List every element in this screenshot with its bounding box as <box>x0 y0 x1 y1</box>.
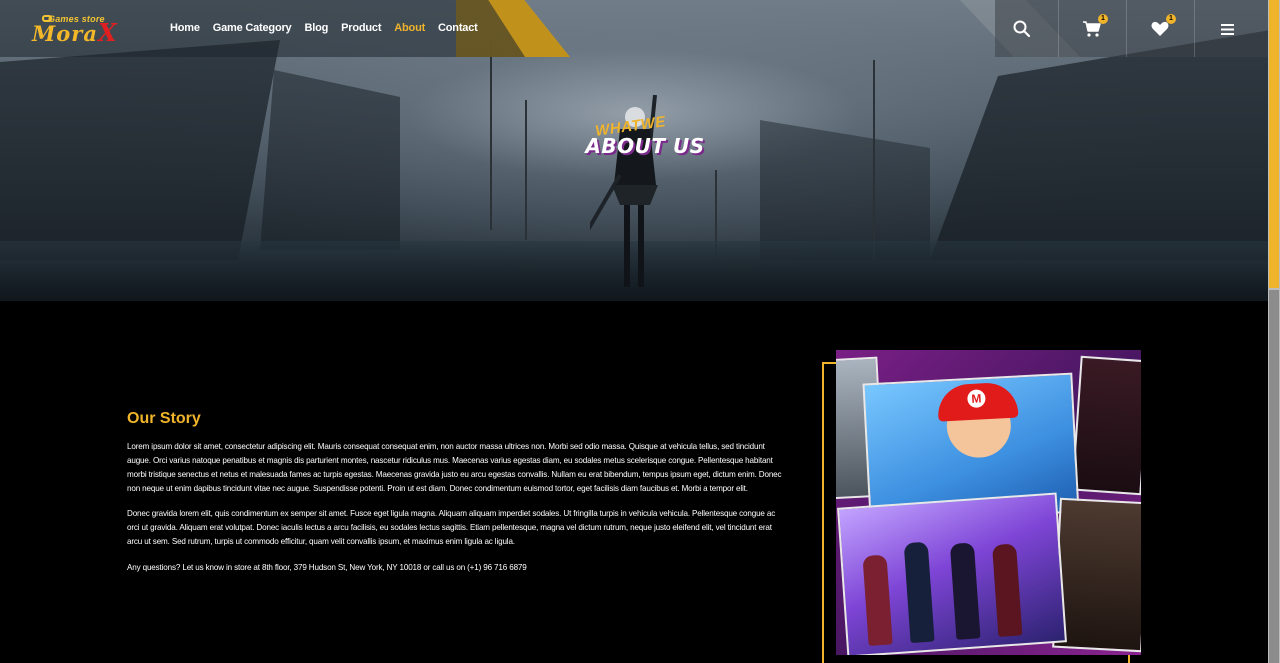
hero-figure <box>903 541 935 644</box>
nav-blog[interactable]: Blog <box>304 22 328 34</box>
nav-game-category[interactable]: Game Category <box>213 22 292 34</box>
logo-wordmark-text: Mora <box>32 21 98 46</box>
wind-turbine <box>873 60 875 260</box>
logo-x: X <box>97 18 118 47</box>
ruined-building <box>260 70 400 250</box>
main-nav: Home Game Category Blog Product About Co… <box>170 22 491 34</box>
site-logo[interactable]: Games store MoraX <box>32 14 144 46</box>
search-icon[interactable] <box>1012 19 1032 39</box>
ruined-building <box>930 30 1268 260</box>
hero-figure <box>862 554 893 646</box>
wind-turbine <box>490 40 492 230</box>
wishlist-count-badge: 1 <box>1166 14 1176 24</box>
logo-wordmark: MoraX <box>32 21 118 46</box>
hero-figure <box>992 543 1023 637</box>
hero-title: ABOUT US <box>585 134 705 158</box>
cart-count-badge: 1 <box>1098 14 1108 24</box>
our-story-section: Our Story Lorem ipsum dolor sit amet, co… <box>127 410 782 575</box>
collage-tile-heroes <box>837 492 1067 655</box>
games-collage-image: M <box>836 350 1141 655</box>
nav-divider <box>1126 0 1127 57</box>
heart-icon[interactable]: 1 <box>1150 14 1176 39</box>
scrollbar-thumb[interactable] <box>1269 0 1279 288</box>
nav-contact[interactable]: Contact <box>438 22 478 34</box>
contact-line: Any questions? Let us know in store at 8… <box>127 563 527 572</box>
section-title: Our Story <box>127 410 201 427</box>
scrollbar-track[interactable] <box>1269 290 1279 663</box>
ruined-building <box>760 120 930 260</box>
top-navbar: Games store MoraX Home Game Category Blo… <box>0 0 1268 57</box>
story-paragraph: Donec gravida lorem elit, quis condiment… <box>127 509 776 546</box>
hero-figure <box>949 542 981 640</box>
cart-icon[interactable]: 1 <box>1082 14 1108 39</box>
menu-icon[interactable] <box>1218 19 1238 39</box>
ruined-building <box>0 40 280 260</box>
nav-product[interactable]: Product <box>341 22 381 34</box>
nav-divider <box>1194 0 1195 57</box>
nav-about[interactable]: About <box>394 22 425 34</box>
nav-divider <box>1058 0 1059 57</box>
hero-title-block: WHATWE ABOUT US <box>520 113 770 158</box>
story-paragraph: Lorem ipsum dolor sit amet, consectetur … <box>127 442 782 493</box>
nav-home[interactable]: Home <box>170 22 200 34</box>
collage-tile <box>1071 355 1141 496</box>
